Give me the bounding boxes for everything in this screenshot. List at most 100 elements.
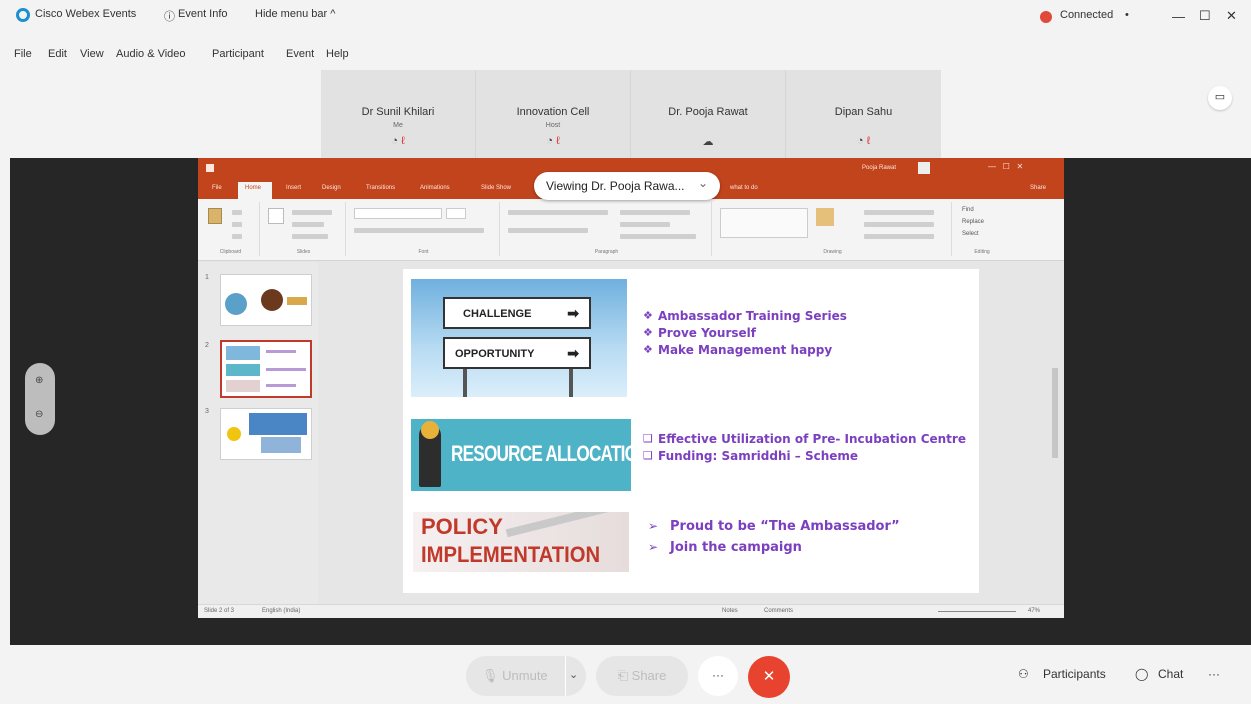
- connected-status[interactable]: Connected: [1060, 9, 1113, 21]
- challenge-sign: CHALLENGE ➡: [443, 297, 591, 329]
- bullet-marker: ❖: [643, 309, 653, 322]
- menu-edit[interactable]: Edit: [48, 48, 67, 60]
- zoom-level[interactable]: 47%: [1028, 608, 1040, 614]
- pen-graphic: [505, 512, 615, 538]
- event-info-icon[interactable]: ⓘ: [164, 8, 175, 24]
- ppt-share-button[interactable]: Share: [1030, 185, 1046, 191]
- ellipsis-icon: ···: [712, 668, 724, 682]
- ribbon-group-label: Drawing: [823, 249, 842, 255]
- slide-thumbnail-3[interactable]: [220, 408, 312, 460]
- audio-options-chevron-icon[interactable]: ⌄: [569, 668, 578, 681]
- slide-thumbnail-1[interactable]: [220, 274, 312, 326]
- webex-logo-icon: [16, 8, 30, 22]
- hide-menu-bar-button[interactable]: Hide menu bar ^: [255, 8, 335, 20]
- participant-name: Innovation Cell: [516, 106, 590, 118]
- new-slide-icon[interactable]: [268, 208, 284, 224]
- ppt-statusbar: Slide 2 of 3 English (India) Notes Comme…: [198, 604, 1064, 618]
- bullet-marker: ➢: [648, 540, 659, 554]
- ribbon-group-label: Slides: [296, 249, 311, 255]
- participants-button[interactable]: Participants: [1043, 667, 1106, 681]
- resource-allocation-image: RESOURCE ALLOCATION: [411, 419, 631, 491]
- chat-icon[interactable]: ◯: [1135, 667, 1148, 681]
- window-titlebar: Cisco Webex Events ⓘ Event Info Hide men…: [0, 0, 1251, 30]
- app-title: Cisco Webex Events: [35, 8, 137, 20]
- font-size-field[interactable]: [446, 208, 466, 219]
- scroll-thumb[interactable]: [1052, 368, 1058, 458]
- minimize-button[interactable]: —: [1172, 9, 1185, 24]
- end-meeting-button[interactable]: ✕: [748, 656, 790, 698]
- tab-design[interactable]: Design: [322, 185, 341, 191]
- participant-card[interactable]: Dr Sunil Khilari Me ◔ ℓ: [321, 70, 476, 160]
- arrange-icon[interactable]: [816, 208, 834, 226]
- avatar: [918, 162, 930, 174]
- overflow-menu-button[interactable]: ···: [1208, 667, 1220, 681]
- layout-toggle-icon[interactable]: ▭: [1208, 86, 1232, 110]
- zoom-out-icon[interactable]: ⊖: [35, 409, 43, 420]
- share-button[interactable]: ⎗ Share: [596, 656, 688, 696]
- participant-card[interactable]: Dipan Sahu ◔ ℓ: [786, 70, 941, 160]
- unmute-button[interactable]: 🎙 Unmute: [466, 656, 586, 696]
- thumb-graphic: [227, 427, 241, 441]
- unmute-divider: [565, 656, 566, 696]
- viewing-share-dropdown[interactable]: Viewing Dr. Pooja Rawa... ⌄: [534, 172, 720, 200]
- thumb-number: 3: [205, 408, 209, 415]
- slide-canvas[interactable]: CHALLENGE ➡ OPPORTUNITY ➡ ❖ Ambassador T…: [403, 269, 979, 593]
- policy-implementation-image: POLICY IMPLEMENTATION: [413, 512, 629, 572]
- menu-audio-video[interactable]: Audio & Video: [116, 48, 186, 60]
- bullet-text: Proud to be “The Ambassador”: [670, 519, 900, 534]
- close-icon: ✕: [762, 668, 776, 685]
- zoom-slider[interactable]: [938, 611, 1016, 612]
- comments-button[interactable]: Comments: [764, 608, 793, 614]
- ribbon-group-label: Clipboard: [219, 249, 242, 255]
- tab-insert[interactable]: Insert: [286, 185, 301, 191]
- close-button[interactable]: ✕: [1226, 8, 1237, 24]
- tab-file[interactable]: File: [212, 185, 222, 191]
- participant-card[interactable]: Dr. Pooja Rawat ☁: [631, 70, 786, 160]
- audio-icon: ◔: [391, 135, 399, 147]
- challenge-text: CHALLENGE: [463, 308, 532, 320]
- ppt-ribbon: Clipboard Slides Font Paragraph Drawing …: [198, 199, 1064, 261]
- tab-transitions[interactable]: Transitions: [366, 185, 395, 191]
- paste-icon[interactable]: [208, 208, 222, 224]
- menu-participant[interactable]: Participant: [212, 48, 264, 60]
- bullet-text: Effective Utilization of Pre- Incubation…: [658, 432, 966, 446]
- slide-counter: Slide 2 of 3: [204, 608, 235, 614]
- share-icon: ⎗: [617, 668, 629, 683]
- participants-icon[interactable]: ⚇: [1018, 667, 1029, 681]
- ppt-user: Pooja Rawat: [862, 165, 897, 171]
- menu-event[interactable]: Event: [286, 48, 314, 60]
- thumb-graphic: [266, 350, 296, 353]
- policy-text: POLICY: [421, 514, 503, 539]
- chat-button[interactable]: Chat: [1158, 667, 1183, 681]
- notes-button[interactable]: Notes: [722, 608, 738, 614]
- sharing-icon: ☁: [702, 136, 714, 148]
- more-options-button[interactable]: ···: [698, 656, 738, 696]
- menu-help[interactable]: Help: [326, 48, 349, 60]
- slide-thumbnail-2[interactable]: [220, 340, 312, 398]
- font-name-field[interactable]: [354, 208, 442, 219]
- tab-slideshow[interactable]: Slide Show: [481, 185, 511, 191]
- event-info-button[interactable]: Event Info: [178, 8, 228, 20]
- slide-scrollbar[interactable]: [1050, 268, 1060, 588]
- select-button[interactable]: Select: [962, 231, 979, 237]
- zoom-control: ⊕ ⊖: [25, 363, 55, 435]
- replace-button[interactable]: Replace: [962, 219, 984, 225]
- arrow-right-icon: ➡: [567, 345, 579, 361]
- bullet-text: Join the campaign: [670, 540, 802, 555]
- bullet-marker: ❑: [643, 449, 653, 462]
- mic-muted-icon: ℓ: [401, 135, 405, 147]
- tab-home[interactable]: Home: [245, 185, 261, 191]
- ribbon-group-font: Font: [348, 202, 500, 256]
- maximize-button[interactable]: ☐: [1199, 8, 1211, 24]
- shapes-gallery[interactable]: [720, 208, 808, 238]
- menu-view[interactable]: View: [80, 48, 104, 60]
- zoom-in-icon[interactable]: ⊕: [35, 375, 43, 386]
- find-button[interactable]: Find: [962, 207, 974, 213]
- menu-file[interactable]: File: [14, 48, 32, 60]
- participant-card[interactable]: Innovation Cell Host ◔ ℓ: [476, 70, 631, 160]
- language-status: English (India): [262, 608, 301, 614]
- connected-caret-icon[interactable]: •: [1125, 9, 1129, 21]
- ribbon-group-label: Editing: [974, 249, 990, 255]
- tab-animations[interactable]: Animations: [420, 185, 450, 191]
- tell-me-box[interactable]: what to do: [730, 185, 758, 191]
